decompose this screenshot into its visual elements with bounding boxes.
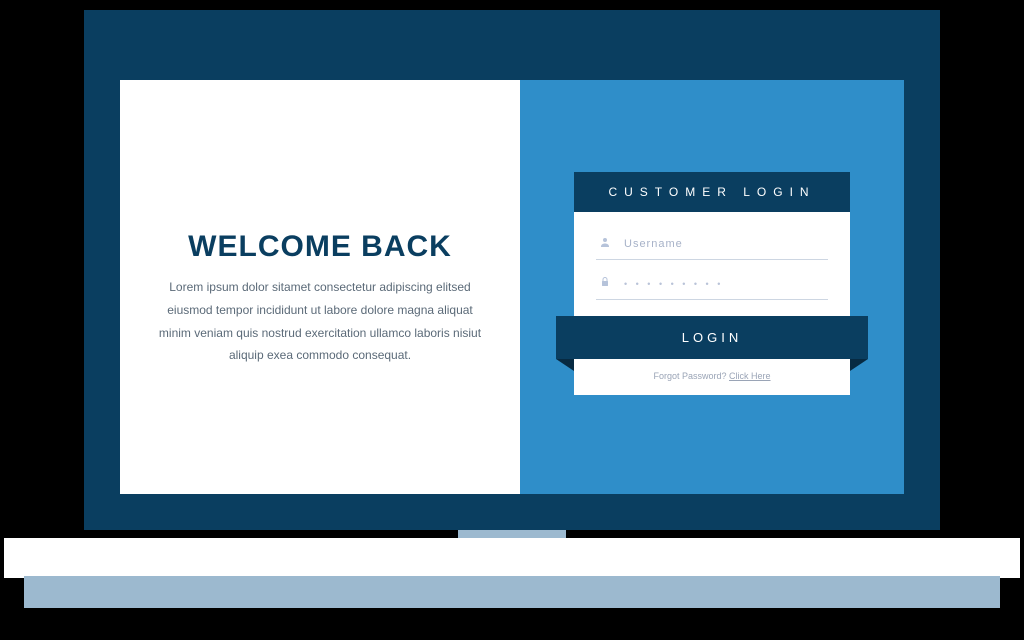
welcome-text: Lorem ipsum dolor sitamet consectetur ad… xyxy=(158,276,482,367)
login-button-ribbon: LOGIN xyxy=(556,316,868,359)
login-panel: CUSTOMER LOGIN • • • • • • • • • xyxy=(520,80,904,494)
forgot-password: Forgot Password? Click Here xyxy=(574,359,850,395)
lock-icon xyxy=(596,276,614,291)
password-field[interactable]: • • • • • • • • • xyxy=(596,270,828,300)
login-button[interactable]: LOGIN xyxy=(556,316,868,359)
login-card: CUSTOMER LOGIN • • • • • • • • • xyxy=(574,172,850,395)
welcome-title: WELCOME BACK xyxy=(158,230,482,264)
password-input[interactable]: • • • • • • • • • xyxy=(624,279,723,289)
login-body: • • • • • • • • • xyxy=(574,212,850,316)
ribbon-right-corner xyxy=(850,359,868,371)
screen: WELCOME BACK Lorem ipsum dolor sitamet c… xyxy=(120,80,904,494)
laptop-frame: WELCOME BACK Lorem ipsum dolor sitamet c… xyxy=(84,10,940,530)
forgot-prefix: Forgot Password? xyxy=(653,371,729,381)
laptop-base-top xyxy=(4,538,1020,578)
username-input[interactable] xyxy=(624,238,828,250)
username-field[interactable] xyxy=(596,230,828,260)
welcome-panel: WELCOME BACK Lorem ipsum dolor sitamet c… xyxy=(120,80,520,494)
login-header: CUSTOMER LOGIN xyxy=(574,172,850,212)
user-icon xyxy=(596,236,614,251)
laptop-base-bottom xyxy=(24,576,1000,608)
ribbon-left-corner xyxy=(556,359,574,371)
forgot-password-link[interactable]: Click Here xyxy=(729,371,771,381)
